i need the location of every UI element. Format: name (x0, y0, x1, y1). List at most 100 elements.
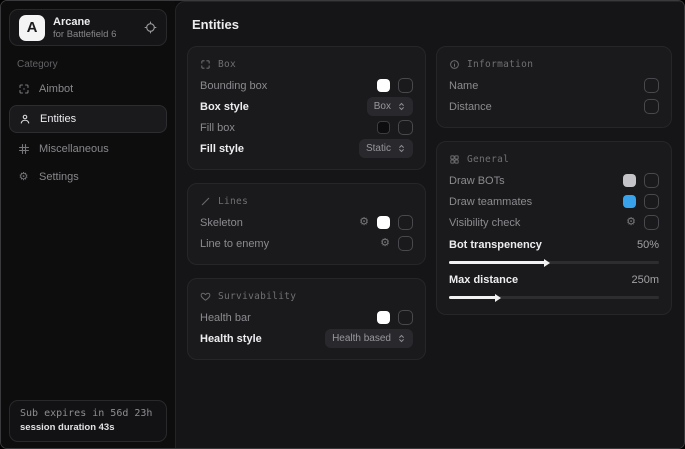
color-swatch[interactable] (377, 216, 390, 229)
slider-thumb[interactable] (495, 294, 501, 302)
gear-icon[interactable]: ⚙ (626, 217, 636, 228)
section-lines: Lines Skeleton ⚙ Line to enemy ⚙ (187, 183, 426, 265)
brand-subtitle: for Battlefield 6 (53, 29, 116, 40)
grid-icon (449, 154, 460, 165)
sidebar: A Arcane for Battlefield 6 Category Aimb… (1, 1, 175, 448)
row-label: Line to enemy (200, 238, 269, 250)
sidebar-item-miscellaneous[interactable]: Miscellaneous (9, 135, 167, 163)
row-label: Name (449, 80, 478, 92)
brand-name: Arcane (53, 16, 116, 28)
dropdown-value: Health based (332, 333, 391, 344)
sidebar-item-label: Settings (39, 171, 79, 183)
heart-icon (200, 291, 211, 302)
row-label: Health style (200, 333, 262, 345)
dropdown-value: Static (366, 143, 391, 154)
row-label: Fill style (200, 143, 244, 155)
row-box-style: Box style Box (200, 96, 413, 117)
category-label: Category (17, 59, 175, 70)
row-label: Box style (200, 101, 249, 113)
row-name: Name (449, 75, 659, 96)
slider-value: 250m (631, 274, 659, 286)
row-label: Draw BOTs (449, 175, 505, 187)
row-draw-bots: Draw BOTs (449, 170, 659, 191)
row-visibility-check: Visibility check ⚙ (449, 212, 659, 233)
sidebar-item-settings[interactable]: ⚙ Settings (9, 163, 167, 191)
section-information: Information Name Distance (436, 46, 672, 128)
color-swatch[interactable] (623, 174, 636, 187)
fill-style-dropdown[interactable]: Static (359, 139, 413, 158)
row-max-distance: Max distance 250m (449, 269, 659, 299)
brand-initial: A (27, 19, 38, 36)
gear-icon: ⚙ (17, 172, 30, 183)
checkbox[interactable] (398, 310, 413, 325)
main-panel: Entities Box Bounding box (175, 1, 685, 449)
left-column: Box Bounding box Box style Box (187, 46, 426, 360)
sidebar-item-label: Miscellaneous (39, 143, 109, 155)
row-health-bar: Health bar (200, 307, 413, 328)
gear-icon[interactable]: ⚙ (380, 238, 390, 249)
checkbox[interactable] (644, 215, 659, 230)
section-box: Box Bounding box Box style Box (187, 46, 426, 170)
dropdown-value: Box (374, 101, 391, 112)
checkbox[interactable] (398, 78, 413, 93)
box-style-dropdown[interactable]: Box (367, 97, 413, 116)
checkbox[interactable] (644, 99, 659, 114)
section-lines-header: Lines (200, 196, 413, 207)
row-bot-transparency: Bot transpenency 50% (449, 234, 659, 264)
crosshair-icon[interactable] (144, 21, 157, 34)
section-general: General Draw BOTs Draw teammates (436, 141, 672, 315)
brand-card: A Arcane for Battlefield 6 (9, 9, 167, 46)
row-line-to-enemy: Line to enemy ⚙ (200, 233, 413, 254)
scan-corners-icon (200, 59, 211, 70)
checkbox[interactable] (644, 173, 659, 188)
section-information-header: Information (449, 59, 659, 70)
row-label: Visibility check (449, 217, 520, 229)
section-title: Survivability (218, 291, 296, 302)
sidebar-item-label: Aimbot (39, 83, 73, 95)
section-survivability-header: Survivability (200, 291, 413, 302)
row-label: Max distance (449, 274, 518, 286)
row-fill-box: Fill box (200, 117, 413, 138)
max-distance-slider[interactable] (449, 296, 659, 299)
grid-icon (17, 143, 30, 155)
color-swatch[interactable] (377, 311, 390, 324)
checkbox[interactable] (398, 215, 413, 230)
sidebar-item-label: Entities (40, 113, 76, 125)
row-fill-style: Fill style Static (200, 138, 413, 159)
chevron-up-down-icon (397, 334, 406, 343)
row-label: Bounding box (200, 80, 267, 92)
sub-expires-text: Sub expires in 56d 23h (20, 408, 156, 419)
subscription-footer-card: Sub expires in 56d 23h session duration … (9, 400, 167, 442)
row-label: Draw teammates (449, 196, 532, 208)
slider-thumb[interactable] (544, 259, 550, 267)
arcane-window: A Arcane for Battlefield 6 Category Aimb… (0, 0, 685, 449)
row-distance: Distance (449, 96, 659, 117)
checkbox[interactable] (644, 194, 659, 209)
info-icon (449, 59, 460, 70)
row-draw-teammates: Draw teammates (449, 191, 659, 212)
row-label: Fill box (200, 122, 235, 134)
row-skeleton: Skeleton ⚙ (200, 212, 413, 233)
health-style-dropdown[interactable]: Health based (325, 329, 413, 348)
section-title: Lines (218, 196, 248, 207)
color-swatch[interactable] (377, 121, 390, 134)
color-swatch[interactable] (377, 79, 390, 92)
slider-value: 50% (637, 239, 659, 251)
sidebar-item-aimbot[interactable]: Aimbot (9, 75, 167, 103)
crosshair-icon (17, 83, 30, 95)
section-general-header: General (449, 154, 659, 165)
checkbox[interactable] (398, 236, 413, 251)
row-label: Bot transpenency (449, 239, 542, 251)
checkbox[interactable] (398, 120, 413, 135)
brand-avatar: A (19, 15, 45, 41)
row-health-style: Health style Health based (200, 328, 413, 349)
row-label: Distance (449, 101, 492, 113)
color-swatch[interactable] (623, 195, 636, 208)
line-icon (200, 196, 211, 207)
sidebar-item-entities[interactable]: Entities (9, 105, 167, 133)
checkbox[interactable] (644, 78, 659, 93)
bot-transparency-slider[interactable] (449, 261, 659, 264)
gear-icon[interactable]: ⚙ (359, 217, 369, 228)
row-bounding-box: Bounding box (200, 75, 413, 96)
section-title: General (467, 154, 509, 165)
